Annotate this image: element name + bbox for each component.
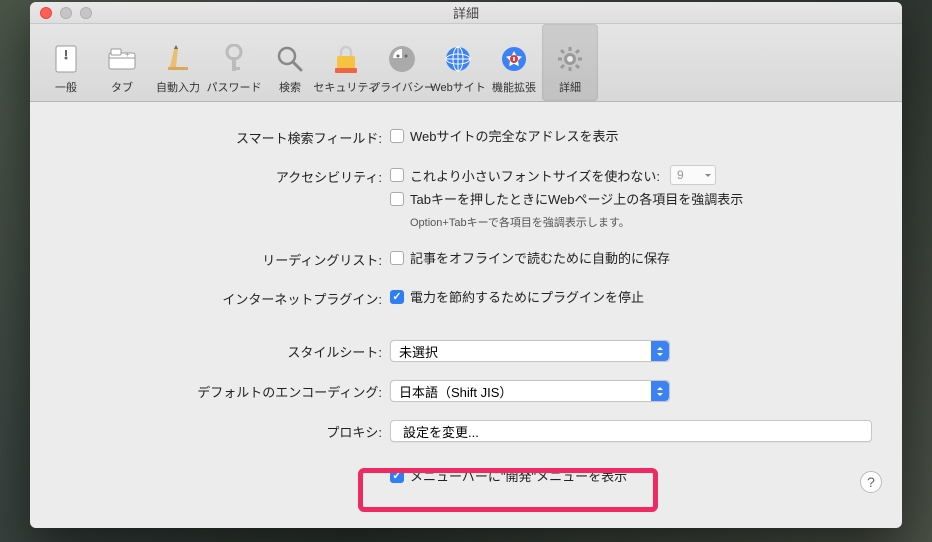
autofill-icon	[162, 43, 194, 75]
toolbar-tab-extensions[interactable]: 機能拡張	[486, 24, 542, 101]
develop-menu-text: メニューバーに"開発"メニューを表示	[410, 466, 627, 485]
content-area: スマート検索フィールド: Webサイトの完全なアドレスを表示 アクセシビリティ:…	[30, 102, 902, 513]
toolbar-label: 詳細	[559, 79, 581, 95]
tab-hint: Option+Tabキーで各項目を強調表示します。	[410, 214, 872, 230]
security-icon	[330, 43, 362, 75]
general-icon	[50, 43, 82, 75]
privacy-icon	[386, 43, 418, 75]
svg-text:+: +	[125, 50, 130, 59]
min-font-stepper[interactable]: 9	[670, 165, 716, 185]
tab-highlight-checkbox[interactable]	[390, 192, 404, 206]
develop-menu-checkbox[interactable]	[390, 469, 404, 483]
stylesheet-popup[interactable]: 未選択	[390, 340, 670, 362]
minimize-button[interactable]	[60, 7, 72, 19]
power-save-checkbox[interactable]	[390, 290, 404, 304]
toolbar-tab-general[interactable]: 一般	[38, 24, 94, 101]
show-full-url-text: Webサイトの完全なアドレスを表示	[410, 126, 619, 145]
show-full-url-checkbox[interactable]	[390, 129, 404, 143]
tabs-icon: +	[106, 43, 138, 75]
window-title: 詳細	[30, 3, 902, 22]
preferences-window: 詳細 一般 + タブ 自動入力パスワード 検索 セキュリティプライバシーWebサイト機能拡…	[30, 2, 902, 528]
titlebar[interactable]: 詳細	[30, 2, 902, 24]
chevron-updown-icon	[651, 381, 669, 401]
traffic-lights	[30, 7, 92, 19]
toolbar-tab-security[interactable]: セキュリティ	[318, 24, 374, 101]
stylesheet-label: スタイルシート:	[60, 340, 390, 361]
toolbar-tab-tabs[interactable]: + タブ	[94, 24, 150, 101]
proxy-label: プロキシ:	[60, 420, 390, 441]
toolbar-label: 機能拡張	[492, 79, 536, 95]
offline-save-text: 記事をオフラインで読むために自動的に保存	[410, 248, 670, 267]
toolbar-label: タブ	[111, 79, 133, 95]
reading-list-label: リーディングリスト:	[60, 248, 390, 269]
toolbar-label: 自動入力	[156, 79, 200, 95]
proxy-change-button[interactable]: 設定を変更...	[390, 420, 872, 442]
accessibility-label: アクセシビリティ:	[60, 165, 390, 186]
default-encoding-label: デフォルトのエンコーディング:	[60, 380, 390, 401]
default-encoding-popup[interactable]: 日本語（Shift JIS）	[390, 380, 670, 402]
close-button[interactable]	[40, 7, 52, 19]
toolbar-label: 検索	[279, 79, 301, 95]
min-font-checkbox[interactable]	[390, 168, 404, 182]
toolbar-tab-passwords[interactable]: パスワード	[206, 24, 262, 101]
toolbar-label: Webサイト	[430, 79, 485, 95]
toolbar-tab-websites[interactable]: Webサイト	[430, 24, 486, 101]
stylesheet-value: 未選択	[399, 342, 438, 361]
advanced-icon	[554, 43, 586, 75]
toolbar-tab-advanced[interactable]: 詳細	[542, 24, 598, 101]
preferences-toolbar: 一般 + タブ 自動入力パスワード 検索 セキュリティプライバシーWebサイト機能拡張 詳細	[30, 24, 902, 102]
toolbar-tab-privacy[interactable]: プライバシー	[374, 24, 430, 101]
toolbar-tab-autofill[interactable]: 自動入力	[150, 24, 206, 101]
toolbar-label: 一般	[55, 79, 77, 95]
toolbar-label: パスワード	[207, 79, 262, 95]
zoom-button[interactable]	[80, 7, 92, 19]
smart-search-label: スマート検索フィールド:	[60, 126, 390, 147]
offline-save-checkbox[interactable]	[390, 251, 404, 265]
help-button[interactable]: ?	[860, 471, 882, 493]
toolbar-tab-search[interactable]: 検索	[262, 24, 318, 101]
websites-icon	[442, 43, 474, 75]
default-encoding-value: 日本語（Shift JIS）	[399, 382, 512, 401]
extensions-icon	[498, 43, 530, 75]
passwords-icon	[218, 43, 250, 75]
tab-highlight-text: Tabキーを押したときにWebページ上の各項目を強調表示	[410, 189, 743, 208]
min-font-text: これより小さいフォントサイズを使わない:	[410, 166, 660, 185]
chevron-updown-icon	[651, 341, 669, 361]
search-icon	[274, 43, 306, 75]
internet-plugins-label: インターネットプラグイン:	[60, 287, 390, 308]
toolbar-label: プライバシー	[369, 79, 435, 95]
power-save-text: 電力を節約するためにプラグインを停止	[410, 287, 644, 306]
